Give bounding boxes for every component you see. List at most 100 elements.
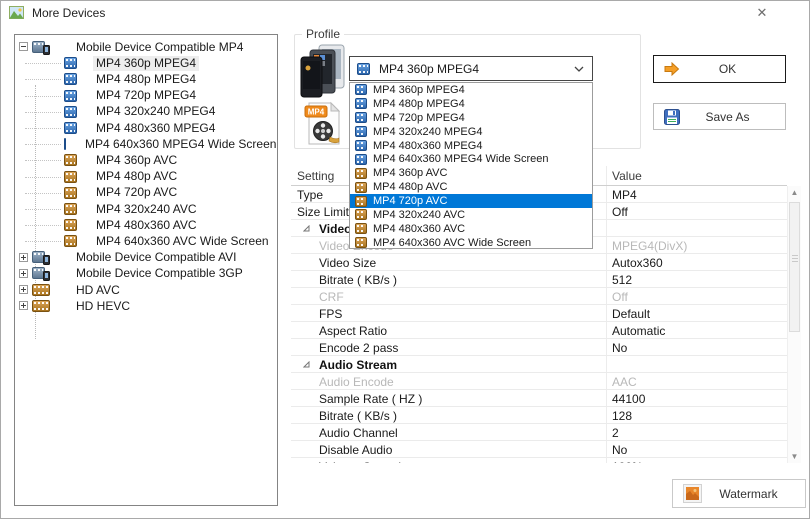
film-blue-icon <box>355 84 367 95</box>
collapse-triangle-icon[interactable] <box>303 361 310 368</box>
save-as-button[interactable]: Save As <box>653 103 786 130</box>
watermark-button[interactable]: Watermark <box>672 479 806 508</box>
setting-value: 2 <box>612 425 619 441</box>
setting-label: Audio Channel <box>319 425 398 441</box>
dropdown-item[interactable]: MP4 640x360 AVC Wide Screen <box>350 236 592 249</box>
ok-label: OK <box>680 62 775 76</box>
setting-value: 100% <box>612 459 643 463</box>
dropdown-item-label: MP4 640x360 MPEG4 Wide Screen <box>373 153 548 165</box>
setting-value: No <box>612 340 627 356</box>
tree-item-label: MP4 720p AVC <box>93 185 180 200</box>
tree-item[interactable]: MP4 320x240 AVC <box>15 201 277 217</box>
tree-item[interactable]: MP4 360p MPEG4 <box>15 55 277 71</box>
setting-row: Audio EncodeAAC <box>291 373 787 390</box>
setting-row[interactable]: Bitrate ( KB/s )128 <box>291 407 787 424</box>
setting-column-header: Setting <box>297 169 334 183</box>
dropdown-item[interactable]: MP4 480x360 AVC <box>350 222 592 236</box>
tree-item[interactable]: MP4 480x360 MPEG4 <box>15 120 277 136</box>
film-blue-icon <box>355 140 367 151</box>
save-as-label: Save As <box>680 110 775 124</box>
film-blue-icon <box>355 154 367 165</box>
dropdown-item[interactable]: MP4 720p MPEG4 <box>350 111 592 125</box>
tree-item[interactable]: MP4 720p AVC <box>15 185 277 201</box>
setting-row: CRFOff <box>291 288 787 305</box>
setting-row[interactable]: Audio Channel 2 <box>291 424 787 441</box>
device-tree: Mobile Device Compatible MP4MP4 360p MPE… <box>14 34 278 506</box>
collapse-triangle-icon[interactable] <box>303 225 310 232</box>
tree-item[interactable]: MP4 320x240 MPEG4 <box>15 104 277 120</box>
tree-item[interactable]: MP4 640x360 AVC Wide Screen <box>15 233 277 249</box>
dropdown-item[interactable]: MP4 320x240 MPEG4 <box>350 125 592 139</box>
setting-value: 512 <box>612 272 632 288</box>
scrollbar-thumb[interactable] <box>789 202 800 332</box>
tree-item[interactable]: MP4 480x360 AVC <box>15 217 277 233</box>
expander-plus-icon[interactable] <box>19 285 28 294</box>
tree-item[interactable]: MP4 360p AVC <box>15 152 277 168</box>
scroll-up-icon[interactable]: ▲ <box>788 186 801 199</box>
mobile-devices-icon <box>300 43 346 99</box>
tree-item[interactable]: Mobile Device Compatible MP4 <box>15 39 277 55</box>
tree-item[interactable]: MP4 480p MPEG4 <box>15 71 277 87</box>
tree-item[interactable]: MP4 480p AVC <box>15 169 277 185</box>
setting-row[interactable]: Disable AudioNo <box>291 441 787 458</box>
table-scrollbar[interactable]: ▲ ▼ <box>787 186 801 463</box>
tree-item[interactable]: HD AVC <box>15 282 277 298</box>
setting-row[interactable]: Volume Control 100% <box>291 458 787 463</box>
film-gold-icon <box>64 219 77 231</box>
tree-item[interactable]: MP4 640x360 MPEG4 Wide Screen <box>15 136 277 152</box>
setting-row[interactable]: Video SizeAutox360 <box>291 254 787 271</box>
tree-item-label: MP4 480p AVC <box>93 169 180 184</box>
ok-button[interactable]: OK <box>653 55 786 83</box>
tree-item-label: MP4 640x360 MPEG4 Wide Screen <box>82 137 278 152</box>
dropdown-item[interactable]: MP4 480x360 MPEG4 <box>350 139 592 153</box>
film-gold-icon <box>64 187 77 199</box>
dropdown-item[interactable]: MP4 640x360 MPEG4 Wide Screen <box>350 152 592 166</box>
film-gold-icon <box>355 182 367 193</box>
setting-row[interactable]: Encode 2 passNo <box>291 339 787 356</box>
scroll-down-icon[interactable]: ▼ <box>788 450 801 463</box>
setting-label: Aspect Ratio <box>319 323 387 339</box>
svg-text:MP4: MP4 <box>308 108 325 117</box>
dropdown-item[interactable]: MP4 480p AVC <box>350 180 592 194</box>
tree-item[interactable]: HD HEVC <box>15 298 277 314</box>
tree-item-label: MP4 720p MPEG4 <box>93 88 199 103</box>
dropdown-item[interactable]: MP4 320x240 AVC <box>350 208 592 222</box>
tree-item[interactable]: Mobile Device Compatible 3GP <box>15 266 277 282</box>
film-blue-icon <box>64 106 77 118</box>
ok-arrow-icon <box>664 62 680 76</box>
film-blue-icon <box>64 138 66 150</box>
expander-plus-icon[interactable] <box>19 269 28 278</box>
setting-row[interactable]: FPSDefault <box>291 305 787 322</box>
dropdown-item-label: MP4 480p AVC <box>373 181 447 193</box>
close-icon[interactable]: ✕ <box>753 5 771 21</box>
dropdown-item[interactable]: MP4 360p AVC <box>350 166 592 180</box>
film-gold-icon <box>355 168 367 179</box>
dropdown-item-label: MP4 640x360 AVC Wide Screen <box>373 237 531 249</box>
profile-combobox[interactable]: MP4 360p MPEG4 <box>349 56 593 81</box>
dropdown-item[interactable]: MP4 360p MPEG4 <box>350 83 592 97</box>
tree-item[interactable]: MP4 720p MPEG4 <box>15 88 277 104</box>
watermark-icon <box>683 484 702 503</box>
film-blue-icon <box>64 57 77 69</box>
expander-minus-icon[interactable] <box>19 42 28 51</box>
thumb-grip <box>792 255 798 256</box>
film-blue-icon <box>355 126 367 137</box>
device-film-icon <box>32 267 50 280</box>
setting-label: Bitrate ( KB/s ) <box>319 272 397 288</box>
setting-row[interactable]: Bitrate ( KB/s ) 512 <box>291 271 787 288</box>
dropdown-item[interactable]: MP4 480p MPEG4 <box>350 97 592 111</box>
dropdown-item[interactable]: MP4 720p AVC <box>350 194 592 208</box>
setting-value: MP4 <box>612 187 637 203</box>
setting-row[interactable]: Aspect Ratio Automatic <box>291 322 787 339</box>
setting-row[interactable]: Sample Rate ( HZ )44100 <box>291 390 787 407</box>
expander-plus-icon[interactable] <box>19 301 28 310</box>
more-devices-dialog: More Devices ✕ Mobile Device Compatible … <box>0 0 810 519</box>
setting-value: Autox360 <box>612 255 663 271</box>
setting-label: Volume Control <box>319 459 401 463</box>
expander-plus-icon[interactable] <box>19 253 28 262</box>
setting-value: Default <box>612 306 650 322</box>
setting-label: CRF <box>319 289 344 305</box>
setting-value: Automatic <box>612 323 665 339</box>
film-gold-icon <box>355 196 367 207</box>
tree-item[interactable]: Mobile Device Compatible AVI <box>15 250 277 266</box>
